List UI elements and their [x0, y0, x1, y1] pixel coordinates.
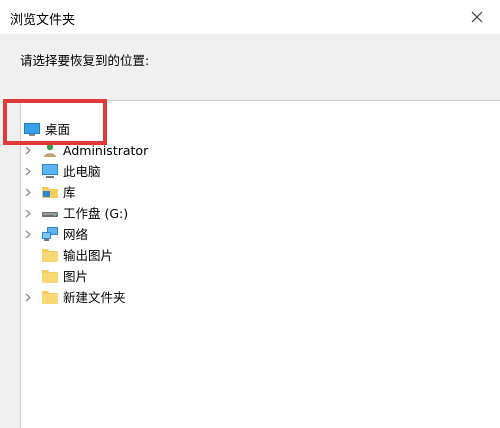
- drive-icon: [41, 204, 59, 222]
- folder-tree[interactable]: 桌面 Administrator 此电脑 库 工作盘 (G:) 网络 输出图片 …: [20, 100, 500, 428]
- tree-item-label: 新建文件夹: [63, 290, 126, 305]
- tree-item-label: 网络: [63, 227, 89, 242]
- close-icon: [471, 11, 483, 23]
- tree-item-pictures[interactable]: 图片: [21, 266, 141, 287]
- tree-item-output-images[interactable]: 输出图片: [21, 245, 161, 266]
- tree-item-label: 工作盘 (G:): [63, 206, 129, 221]
- library-folder-icon: [41, 183, 59, 201]
- folder-icon: [41, 246, 59, 264]
- tree-item-label: 图片: [63, 269, 89, 284]
- tree-item-new-folder[interactable]: 新建文件夹: [21, 287, 171, 308]
- expand-chevron-icon[interactable]: [23, 161, 33, 182]
- tree-item-label: 库: [63, 185, 76, 200]
- folder-icon: [41, 267, 59, 285]
- computer-icon: [41, 162, 59, 180]
- selection-highlight-box: [3, 99, 107, 145]
- close-button[interactable]: [454, 0, 500, 34]
- expand-chevron-icon[interactable]: [23, 203, 33, 224]
- tree-item-drive-g[interactable]: 工作盘 (G:): [21, 203, 181, 224]
- tree-item-network[interactable]: 网络: [21, 224, 141, 245]
- tree-item-libraries[interactable]: 库: [21, 182, 141, 203]
- network-icon: [41, 225, 59, 243]
- title-bar: 浏览文件夹: [0, 0, 500, 34]
- tree-item-label: 此电脑: [63, 164, 101, 179]
- browse-folder-dialog: 浏览文件夹 请选择要恢复到的位置: 桌面 Administrator 此电脑 库…: [0, 0, 500, 428]
- instruction-text: 请选择要恢复到的位置:: [20, 53, 150, 68]
- expand-chevron-icon[interactable]: [23, 182, 33, 203]
- tree-item-label: 输出图片: [63, 248, 114, 263]
- expand-chevron-icon[interactable]: [23, 287, 33, 308]
- expand-chevron-icon[interactable]: [23, 224, 33, 245]
- dialog-title: 浏览文件夹: [10, 13, 76, 28]
- folder-icon: [41, 288, 59, 306]
- tree-item-this-pc[interactable]: 此电脑: [21, 161, 161, 182]
